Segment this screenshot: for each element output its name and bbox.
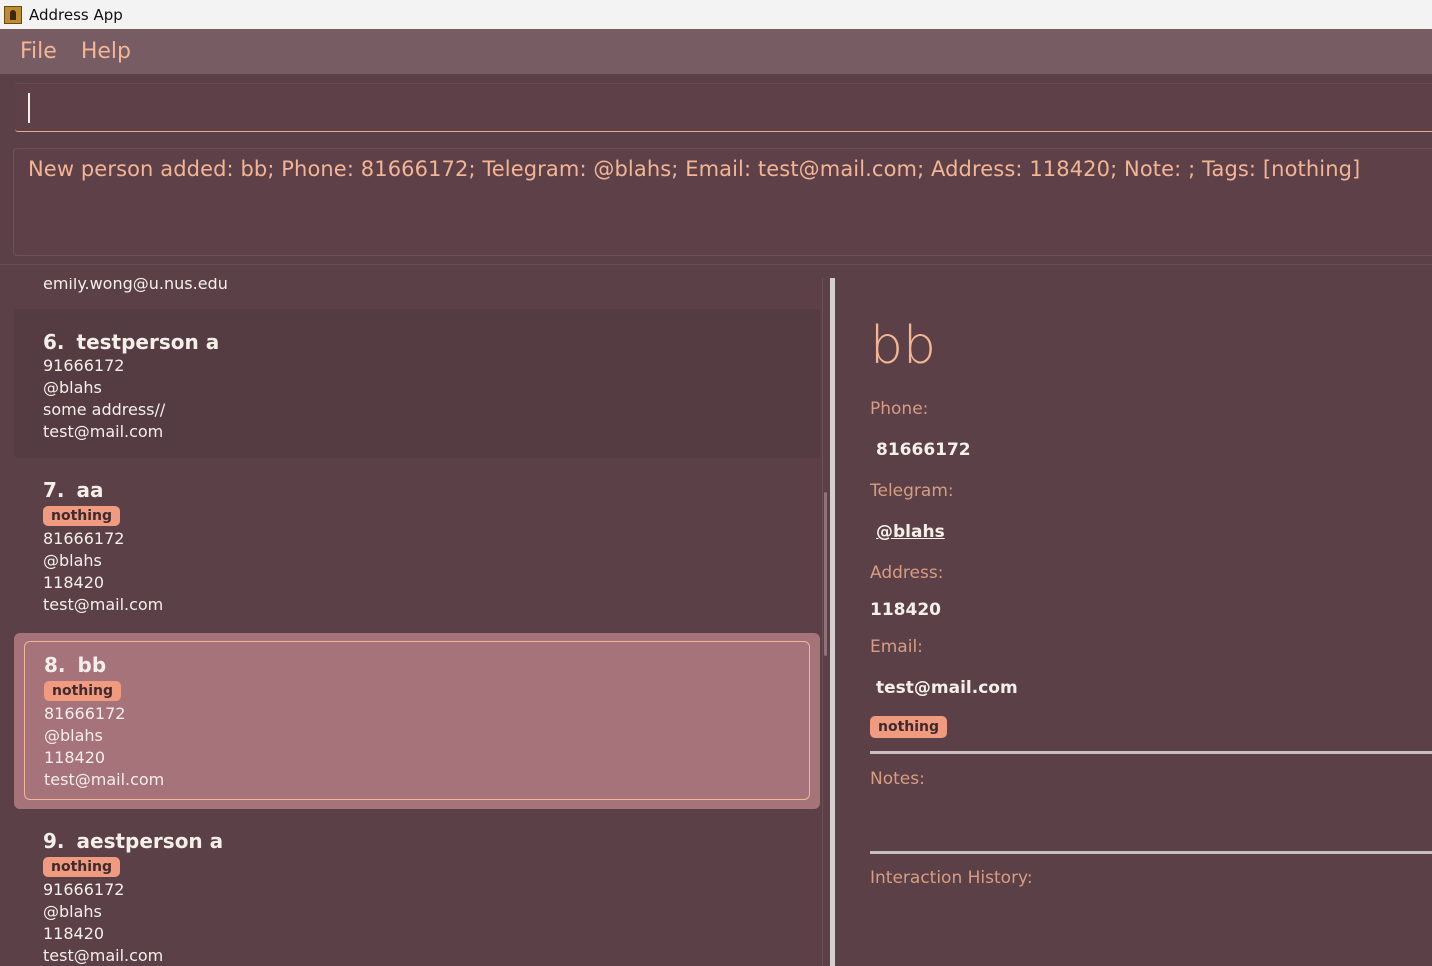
person-name: aestperson a (76, 828, 224, 853)
person-address: 118420 (43, 573, 105, 592)
person-phone: 91666172 (43, 356, 125, 375)
selection-border (24, 641, 810, 800)
person-detail-panel: bb Phone: 81666172 Telegram: @blahs Addr… (835, 278, 1432, 966)
detail-phone: 81666172 (876, 440, 971, 460)
person-telegram: @blahs (43, 378, 102, 397)
person-email: test@mail.com (43, 595, 164, 614)
list-item[interactable]: 7. aa nothing 81666172 @blahs 118420 tes… (14, 458, 820, 633)
menu-bar: File Help (0, 29, 1432, 74)
tag-badge: nothing (43, 506, 121, 526)
text-caret (28, 93, 30, 123)
result-message: New person added: bb; Phone: 81666172; T… (28, 157, 1361, 181)
person-email: test@mail.com (43, 422, 164, 441)
detail-address-label: Address: (870, 563, 944, 583)
person-name: aa (76, 477, 104, 502)
list-item[interactable]: 6. testperson a 91666172 @blahs some add… (14, 309, 820, 458)
result-display[interactable]: New person added: bb; Phone: 81666172; T… (13, 148, 1432, 256)
detail-email: test@mail.com (876, 678, 1018, 698)
detail-address: 118420 (870, 600, 941, 620)
menu-help[interactable]: Help (81, 39, 131, 64)
window-title: Address App (29, 5, 123, 24)
detail-email-label: Email: (870, 637, 923, 657)
list-item[interactable]: emily.wong@u.nus.edu (14, 278, 820, 306)
person-index: 7. (43, 477, 65, 502)
menu-file[interactable]: File (20, 39, 57, 64)
detail-telegram-link[interactable]: @blahs (876, 522, 945, 542)
person-name-row: 7. aa (43, 476, 820, 503)
detail-history-label: Interaction History: (870, 868, 1033, 888)
tag-badge: nothing (43, 857, 121, 877)
command-input[interactable] (15, 83, 1432, 132)
person-name: testperson a (76, 329, 220, 354)
command-box-area (0, 74, 1432, 140)
person-index: 9. (43, 828, 65, 853)
address-book-icon (4, 5, 22, 24)
section-divider (0, 264, 1432, 278)
person-phone: 81666172 (43, 529, 125, 548)
detail-tag-badge: nothing (870, 716, 948, 738)
person-name-row: 9. aestperson a (43, 827, 820, 854)
person-list[interactable]: emily.wong@u.nus.edu 6. testperson a 916… (14, 278, 822, 966)
detail-notes-label: Notes: (870, 769, 925, 789)
detail-name: bb (870, 316, 937, 376)
person-phone: 91666172 (43, 880, 125, 899)
list-item-selected[interactable]: 8. bb nothing 81666172 @blahs 118420 tes… (14, 633, 820, 809)
person-address: 118420 (43, 924, 105, 943)
person-email: emily.wong@u.nus.edu (43, 278, 228, 293)
list-item[interactable]: 9. aestperson a nothing 91666172 @blahs … (14, 809, 820, 966)
person-email: test@mail.com (43, 946, 164, 965)
result-display-area: New person added: bb; Phone: 81666172; T… (0, 140, 1432, 264)
person-index: 6. (43, 329, 65, 354)
title-bar: Address App (0, 0, 1432, 29)
list-scrollbar-thumb[interactable] (824, 492, 827, 656)
detail-telegram-label: Telegram: (870, 481, 954, 501)
detail-separator (870, 751, 1432, 754)
person-name-row: 6. testperson a (43, 328, 820, 355)
detail-phone-label: Phone: (870, 399, 929, 419)
detail-separator (870, 851, 1432, 854)
person-telegram: @blahs (43, 902, 102, 921)
person-telegram: @blahs (43, 551, 102, 570)
person-address: some address// (43, 400, 166, 419)
